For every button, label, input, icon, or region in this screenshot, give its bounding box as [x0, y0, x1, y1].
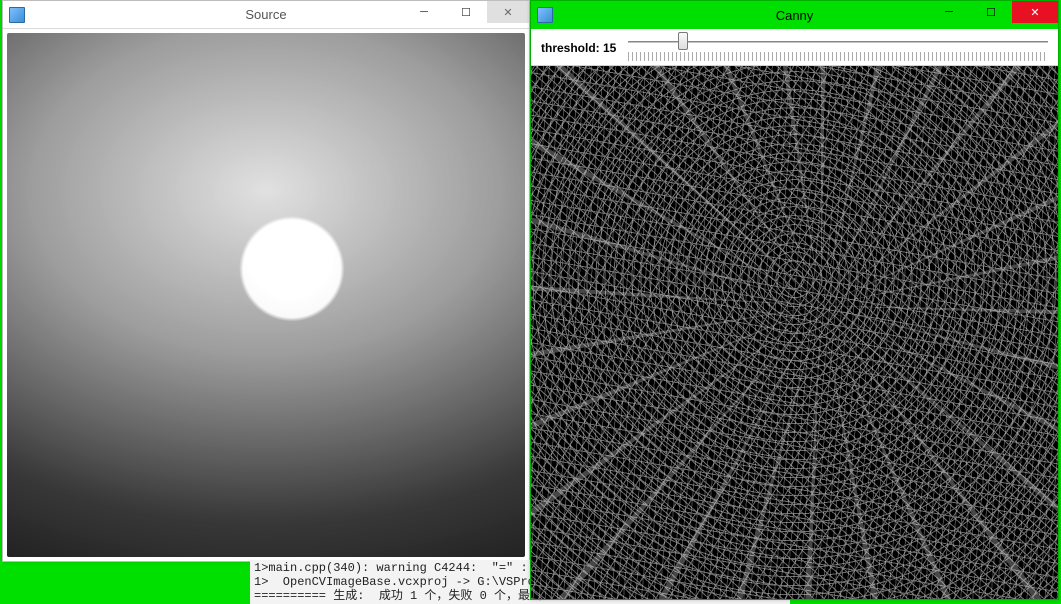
opencv-window-icon [537, 7, 553, 23]
slider-track[interactable] [628, 35, 1048, 49]
source-window: Source ─ ☐ ✕ [2, 0, 530, 562]
threshold-slider[interactable] [628, 35, 1048, 61]
close-button[interactable]: ✕ [487, 1, 529, 23]
canny-window-controls: ─ ☐ ✕ [928, 1, 1058, 29]
close-button[interactable]: ✕ [1012, 1, 1058, 23]
minimize-button[interactable]: ─ [928, 1, 970, 23]
canny-window: Canny ─ ☐ ✕ threshold: 15 [530, 0, 1059, 600]
maximize-button[interactable]: ☐ [445, 1, 487, 23]
canny-image-viewport [531, 66, 1058, 599]
minimize-button[interactable]: ─ [403, 1, 445, 23]
maximize-button[interactable]: ☐ [970, 1, 1012, 23]
source-image [7, 33, 525, 557]
source-titlebar[interactable]: Source ─ ☐ ✕ [3, 1, 529, 29]
opencv-window-icon [9, 7, 25, 23]
slider-tick-marks [628, 52, 1048, 61]
slider-thumb[interactable] [678, 32, 688, 50]
source-window-controls: ─ ☐ ✕ [403, 1, 529, 28]
threshold-trackbar: threshold: 15 [531, 29, 1058, 66]
canny-titlebar[interactable]: Canny ─ ☐ ✕ [531, 1, 1058, 29]
slider-rail [628, 41, 1048, 44]
source-image-viewport [3, 29, 529, 561]
threshold-label: threshold: 15 [541, 41, 616, 55]
